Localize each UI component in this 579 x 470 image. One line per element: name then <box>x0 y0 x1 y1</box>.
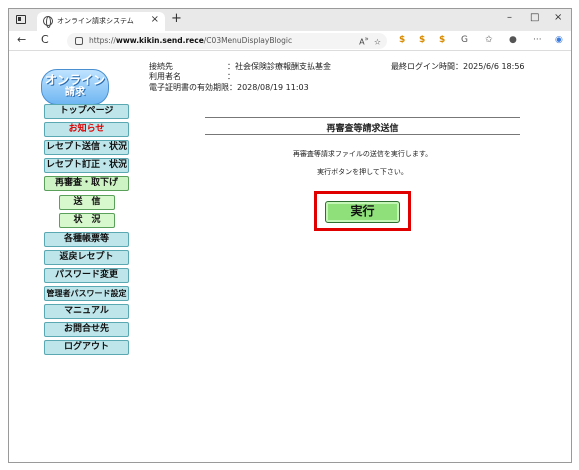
menu-receipt-correction[interactable]: レセプト訂正・状況 <box>44 158 129 173</box>
extension-icon[interactable]: $ <box>439 35 445 45</box>
refresh-extension-icon[interactable]: G <box>461 35 468 45</box>
menu-returned-receipt[interactable]: 返戻レセプト <box>44 250 129 265</box>
browser-tab[interactable]: オンライン請求システム × <box>37 12 165 31</box>
site-info-icon[interactable] <box>75 37 83 45</box>
online-request-logo: オンライン 請求 <box>41 69 109 105</box>
divider-top <box>205 117 520 118</box>
cert-expiry: 電子証明書の有効期限：2028/08/19 11:03 <box>149 83 309 92</box>
connection-value: ：社会保険診療報酬支払基金 <box>227 62 331 71</box>
instruction-line-1: 再審査等請求ファイルの送信を実行します。 <box>292 150 433 158</box>
menu-password-change[interactable]: パスワード変更 <box>44 268 129 283</box>
menu-logout[interactable]: ログアウト <box>44 340 129 355</box>
url-field[interactable]: https://www.kikin.send.rece/C03MenuDispl… <box>67 33 387 49</box>
back-icon[interactable]: ← <box>17 33 26 46</box>
address-bar: ← C https://www.kikin.send.rece/C03MenuD… <box>9 31 571 51</box>
menu-news[interactable]: お知らせ <box>44 122 129 137</box>
submenu-send[interactable]: 送 信 <box>59 195 115 210</box>
menu-top-page[interactable]: トップページ <box>44 104 129 119</box>
title-bar: オンライン請求システム × + – □ × <box>9 9 571 31</box>
extension-icon[interactable]: $ <box>419 35 425 45</box>
last-login: 最終ログイン時間：2025/6/6 18:56 <box>391 62 525 71</box>
copilot-icon[interactable]: ◉ <box>555 35 563 45</box>
minimize-icon[interactable]: – <box>507 12 512 23</box>
read-aloud-favorite-icons[interactable]: A» ☆ <box>359 35 381 47</box>
menu-admin-password[interactable]: 管理者パスワード設定 <box>44 286 129 301</box>
more-icon[interactable]: ··· <box>533 35 542 45</box>
menu-receipt-send[interactable]: レセプト送信・状況 <box>44 140 129 155</box>
execute-button[interactable]: 実行 <box>325 201 400 223</box>
globe-icon <box>43 16 53 28</box>
menu-manual[interactable]: マニュアル <box>44 304 129 319</box>
tab-close-icon[interactable]: × <box>151 14 159 25</box>
close-window-icon[interactable]: × <box>554 12 562 23</box>
page-title: 再審査等請求送信 <box>326 124 399 134</box>
menu-reexamination[interactable]: 再審査・取下げ <box>44 176 129 191</box>
user-value: ： <box>227 72 235 81</box>
divider-bottom <box>205 134 520 135</box>
browser-window: オンライン請求システム × + – □ × ← C https://www.ki… <box>8 8 572 463</box>
menu-contact[interactable]: お問合せ先 <box>44 322 129 337</box>
profile-icon[interactable]: ● <box>509 35 517 45</box>
menu-forms[interactable]: 各種帳票等 <box>44 232 129 247</box>
instruction-line-2: 実行ボタンを押して下さい。 <box>317 168 408 176</box>
url-text: https://www.kikin.send.rece/C03MenuDispl… <box>89 36 293 45</box>
maximize-icon[interactable]: □ <box>530 12 539 23</box>
reload-icon[interactable]: C <box>41 33 49 46</box>
new-tab-icon[interactable]: + <box>171 11 182 26</box>
window-menu-icon[interactable] <box>16 15 26 24</box>
favorites-icon[interactable]: ✩ <box>485 35 493 45</box>
tab-title: オンライン請求システム <box>57 17 134 25</box>
user-label: 利用者名 <box>149 72 181 81</box>
submenu-status[interactable]: 状 況 <box>59 213 115 228</box>
extension-icon[interactable]: $ <box>399 35 405 45</box>
